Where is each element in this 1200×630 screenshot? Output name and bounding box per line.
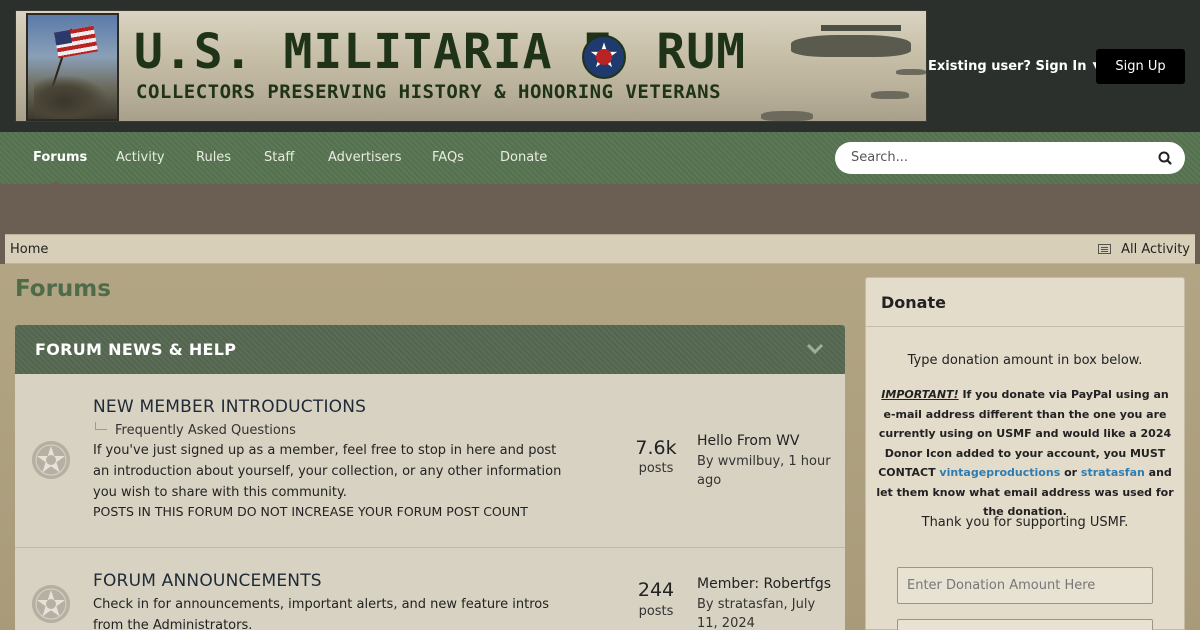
all-activity-label: All Activity (1121, 242, 1190, 257)
donate-widget: Donate Type donation amount in box below… (865, 277, 1185, 630)
breadcrumb: Home All Activity (5, 234, 1195, 264)
forum-row: FORUM ANNOUNCEMENTS Check in for announc… (15, 548, 845, 630)
donation-currency-select[interactable] (897, 619, 1153, 630)
forum-note: POSTS IN THIS FORUM DO NOT INCREASE YOUR… (93, 504, 528, 519)
last-post-title-link[interactable]: Member: Robertfgs (697, 576, 831, 592)
banner-subtitle: COLLECTORS PRESERVING HISTORY & HONORING… (136, 81, 722, 103)
breadcrumb-home[interactable]: Home (10, 242, 48, 257)
posts-count: 244 (637, 579, 675, 601)
search-icon[interactable] (1155, 148, 1175, 168)
plane-image (761, 111, 813, 121)
widget-title: Donate (881, 293, 946, 312)
forum-title-link[interactable]: NEW MEMBER INTRODUCTIONS (93, 397, 366, 417)
divider (866, 326, 1184, 327)
forum-star-icon (32, 585, 70, 623)
plane-image (896, 69, 926, 75)
user-link-vintageproductions[interactable]: vintageproductions (939, 466, 1060, 479)
important-label: IMPORTANT! (881, 388, 959, 401)
nav-item-forums[interactable]: Forums (33, 150, 87, 186)
banner-title-part-2: RUM (656, 24, 747, 80)
donation-amount-input[interactable] (897, 567, 1153, 604)
banner-title-part-1: U.S. MILITARIA F (134, 24, 613, 80)
all-activity-link[interactable]: All Activity (1098, 242, 1190, 257)
donate-important-notice: IMPORTANT! If you donate via PayPal usin… (876, 385, 1174, 522)
posts-count: 7.6k (635, 437, 677, 459)
forum-star-icon (32, 441, 70, 479)
forum-description: Check in for announcements, important al… (93, 597, 549, 630)
sign-in-label: Existing user? Sign In (928, 59, 1087, 74)
forum-list: NEW MEMBER INTRODUCTIONS Frequently Aske… (15, 374, 845, 630)
banner-title: U.S. MILITARIA F RUM (134, 27, 746, 77)
or-text: or (1060, 466, 1081, 479)
last-post-title-link[interactable]: Hello From WV (697, 433, 800, 449)
chevron-down-icon[interactable] (805, 341, 825, 357)
last-post-meta: By stratasfan, July 11, 2024 (697, 597, 816, 630)
user-link-stratasfan[interactable]: stratasfan (1081, 466, 1145, 479)
category-title[interactable]: FORUM NEWS & HELP (35, 340, 236, 359)
last-post-meta: By wvmilbuy, 1 hour ago (697, 454, 831, 488)
nav-item-advertisers[interactable]: Advertisers (328, 150, 402, 165)
donate-intro: Type donation amount in box below. (907, 353, 1143, 368)
rss-feed-icon (1098, 244, 1112, 254)
us-flag-icon (54, 25, 98, 59)
donate-thanks: Thank you for supporting USMF. (921, 515, 1129, 530)
search-box (835, 142, 1185, 174)
sign-in-link[interactable]: Existing user? Sign In▼ (928, 59, 1099, 74)
posts-label: posts (638, 461, 674, 476)
bomber-plane-image (791, 25, 911, 57)
subforum-branch-icon (95, 422, 107, 430)
forum-row: NEW MEMBER INTRODUCTIONS Frequently Aske… (15, 374, 845, 548)
forum-title-link[interactable]: FORUM ANNOUNCEMENTS (93, 571, 322, 591)
category-header: FORUM NEWS & HELP (15, 325, 845, 374)
subforum-label: Frequently Asked Questions (115, 423, 296, 438)
search-input[interactable] (851, 150, 1141, 165)
sign-up-button[interactable]: Sign Up (1096, 49, 1185, 84)
forum-description: If you've just signed up as a member, fe… (93, 443, 562, 500)
iwo-jima-flag-photo (26, 13, 119, 121)
posts-label: posts (638, 604, 674, 619)
star-roundel-icon: ★ (582, 35, 626, 79)
soldiers-silhouette (34, 75, 109, 119)
site-banner-logo[interactable]: U.S. MILITARIA F RUM ★ COLLECTORS PRESERV… (15, 10, 927, 122)
nav-item-faqs[interactable]: FAQs (432, 150, 464, 165)
site-header: U.S. MILITARIA F RUM ★ COLLECTORS PRESERV… (0, 0, 1200, 132)
nav-item-donate[interactable]: Donate (500, 150, 547, 165)
plane-image (871, 91, 909, 99)
nav-item-staff[interactable]: Staff (264, 150, 294, 165)
nav-item-rules[interactable]: Rules (196, 150, 231, 165)
page-title: Forums (15, 276, 111, 302)
nav-item-activity[interactable]: Activity (116, 150, 165, 165)
subforum-link[interactable]: Frequently Asked Questions (95, 422, 296, 438)
